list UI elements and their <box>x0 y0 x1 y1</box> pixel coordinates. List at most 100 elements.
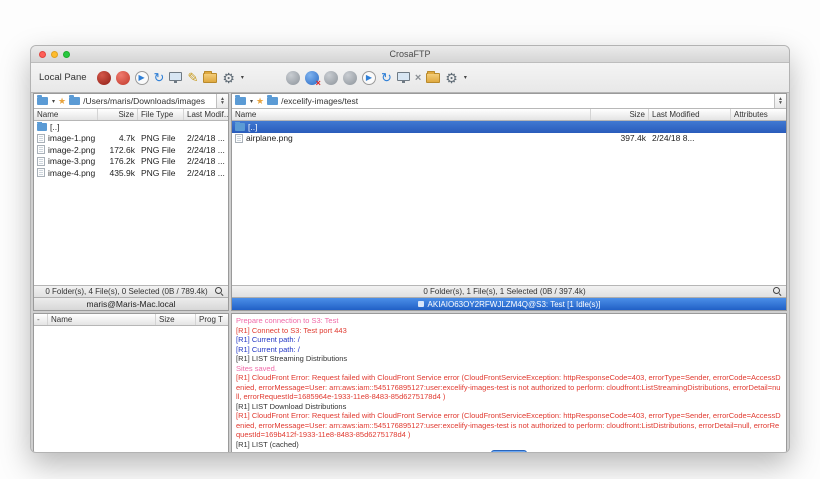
local-table-header: Name Size File Type Last Modif... <box>34 109 228 121</box>
queue-column-name[interactable]: Name <box>48 314 156 325</box>
local-path-text[interactable]: /Users/maris/Downloads/images <box>83 96 213 106</box>
remote-delete-icon[interactable]: × <box>415 71 421 85</box>
column-header[interactable]: Name <box>232 109 591 120</box>
file-modified: 2/24/18 8... <box>652 133 695 144</box>
remote-abort-icon[interactable] <box>323 70 338 85</box>
file-row[interactable]: [..] <box>232 121 786 133</box>
main-log-tab-button[interactable]: Main <box>491 450 527 452</box>
file-name: image-2.png <box>48 144 96 155</box>
file-row[interactable]: image-4.png 435.9k PNG File 2/24/18 ... <box>34 167 228 179</box>
file-modified: 2/24/18 ... <box>187 144 225 155</box>
column-header[interactable]: Size <box>591 109 649 120</box>
column-header[interactable]: Attributes <box>731 109 786 120</box>
search-icon[interactable] <box>215 287 224 296</box>
refresh-icon[interactable]: ↻ <box>154 70 165 85</box>
settings-caret-icon[interactable]: ▾ <box>241 74 244 81</box>
file-size: 172.6k <box>109 144 135 155</box>
current-folder-icon <box>267 95 279 105</box>
bookmark-star-icon[interactable]: ★ <box>256 96 264 106</box>
log-line: [R1] Current path: / <box>236 344 300 354</box>
log-line: [R1] Current path: / <box>236 335 300 344</box>
local-file-list[interactable]: [..] image-1.png 4.7k PNG File 2/24/18 .… <box>34 121 228 285</box>
local-status-bar: 0 Folder(s), 4 File(s), 0 Selected (0B /… <box>34 285 228 297</box>
queue-table-header: - Name Size Prog T <box>34 314 228 326</box>
file-name: image-4.png <box>48 167 96 178</box>
file-row[interactable]: image-2.png 172.6k PNG File 2/24/18 ... <box>34 144 228 156</box>
remote-play-icon[interactable]: ▶ <box>361 70 376 85</box>
queue-list[interactable] <box>34 326 228 452</box>
path-stepper[interactable]: ▲ ▼ <box>774 94 786 108</box>
remote-refresh-icon[interactable]: ↻ <box>381 70 392 85</box>
file-name: [..] <box>50 121 60 132</box>
log-line: [R1] LIST Streaming Distributions <box>236 354 348 363</box>
tree-expander-column[interactable]: - <box>34 314 48 325</box>
edit-icon[interactable]: ✎ <box>187 70 198 85</box>
abort-icon[interactable] <box>115 70 130 85</box>
file-row[interactable]: image-1.png 4.7k PNG File 2/24/18 ... <box>34 133 228 145</box>
column-header[interactable]: Size <box>98 109 138 120</box>
log-panel: Prepare connection to S3: Test [R1] Conne… <box>231 313 787 452</box>
folder-dropdown-icon[interactable] <box>37 95 48 105</box>
local-session-label: maris@Maris-Mac.local <box>86 299 176 309</box>
remote-file-list[interactable]: [..] airplane.png 397.4k 2/24/18 8... <box>232 121 786 285</box>
local-pane-label: Local Pane <box>39 72 87 83</box>
file-row[interactable]: image-3.png 176.2k PNG File 2/24/18 ... <box>34 156 228 168</box>
file-type-icon <box>37 133 45 143</box>
local-session-tab[interactable]: maris@Maris-Mac.local <box>34 297 228 310</box>
local-path-bar[interactable]: ▾ ★ /Users/maris/Downloads/images ▲ ▼ <box>34 94 228 109</box>
log-line: [R1] Connect to S3: Test port 443 <box>236 325 347 335</box>
remote-connection-tab[interactable]: AKIAIO63OY2RFWJLZM4Q@S3: Test [1 Idle(s)… <box>232 297 786 310</box>
file-size: 176.2k <box>109 156 135 167</box>
transfer-queue-panel: - Name Size Prog T <box>33 313 229 452</box>
file-type-icon <box>37 145 45 155</box>
file-name: image-1.png <box>48 133 96 144</box>
remote-status-bar: 0 Folder(s), 1 File(s), 1 Selected (0B /… <box>232 285 786 297</box>
column-header[interactable]: File Type <box>138 109 184 120</box>
log-line: [R1] LIST Download Distributions <box>236 401 347 411</box>
file-type-icon <box>235 133 243 143</box>
column-header[interactable]: Name <box>34 109 98 120</box>
disconnect-globe-icon[interactable] <box>304 70 321 88</box>
transfer-icon[interactable] <box>169 72 183 83</box>
folder-dropdown-icon[interactable] <box>235 95 246 105</box>
remote-pause-icon[interactable] <box>342 70 357 85</box>
title-bar[interactable]: CrosaFTP <box>31 46 789 63</box>
remote-settings-gear-icon[interactable]: ⚙ <box>445 71 458 85</box>
path-caret-icon[interactable]: ▾ <box>250 98 253 105</box>
new-folder-icon[interactable] <box>203 70 218 83</box>
file-type-icon <box>37 156 45 166</box>
file-name: [..] <box>248 121 258 132</box>
bookmark-star-icon[interactable]: ★ <box>58 96 66 106</box>
remote-toolbar-group: ▶ ↻ × ⚙ ▾ <box>285 70 467 88</box>
search-icon[interactable] <box>773 287 782 296</box>
remote-transfer-icon[interactable] <box>396 72 410 83</box>
path-stepper[interactable]: ▲ ▼ <box>216 94 228 108</box>
stop-icon[interactable] <box>96 70 111 85</box>
remote-path-bar[interactable]: ▾ ★ /excelify-images/test ▲ ▼ <box>232 94 786 109</box>
settings-gear-icon[interactable]: ⚙ <box>222 71 235 85</box>
window-title: CrosaFTP <box>389 49 431 59</box>
play-icon[interactable]: ▶ <box>134 70 149 85</box>
remote-stop-icon[interactable] <box>285 70 300 85</box>
log-line: Sites saved. <box>236 363 277 373</box>
bottom-area: - Name Size Prog T Prepare connection to… <box>31 311 789 452</box>
step-down-icon[interactable]: ▼ <box>778 101 783 106</box>
main-toolbar: Local Pane ▶ ↻ ✎ ⚙ ▾ ▶ ↻ × <box>31 63 789 93</box>
remote-path-text[interactable]: /excelify-images/test <box>281 96 771 106</box>
queue-column-progress[interactable]: Prog T <box>196 314 228 325</box>
file-row[interactable]: airplane.png 397.4k 2/24/18 8... <box>232 133 786 145</box>
remote-new-folder-icon[interactable] <box>426 70 441 83</box>
path-caret-icon[interactable]: ▾ <box>52 98 55 105</box>
step-down-icon[interactable]: ▼ <box>220 101 225 106</box>
file-row[interactable]: [..] <box>34 121 228 133</box>
dual-pane-area: ▾ ★ /Users/maris/Downloads/images ▲ ▼ Nam… <box>31 93 789 311</box>
column-header[interactable]: Last Modified <box>649 109 731 120</box>
column-header[interactable]: Last Modif... <box>184 109 228 120</box>
file-modified: 2/24/18 ... <box>187 156 225 167</box>
local-toolbar-group: ▶ ↻ ✎ ⚙ ▾ <box>96 70 244 85</box>
local-status-text: 0 Folder(s), 4 File(s), 0 Selected (0B /… <box>45 287 208 296</box>
log-line: Prepare connection to S3: Test <box>236 316 339 325</box>
queue-column-size[interactable]: Size <box>156 314 196 325</box>
file-name: airplane.png <box>246 133 293 144</box>
remote-settings-caret-icon[interactable]: ▾ <box>464 74 467 81</box>
